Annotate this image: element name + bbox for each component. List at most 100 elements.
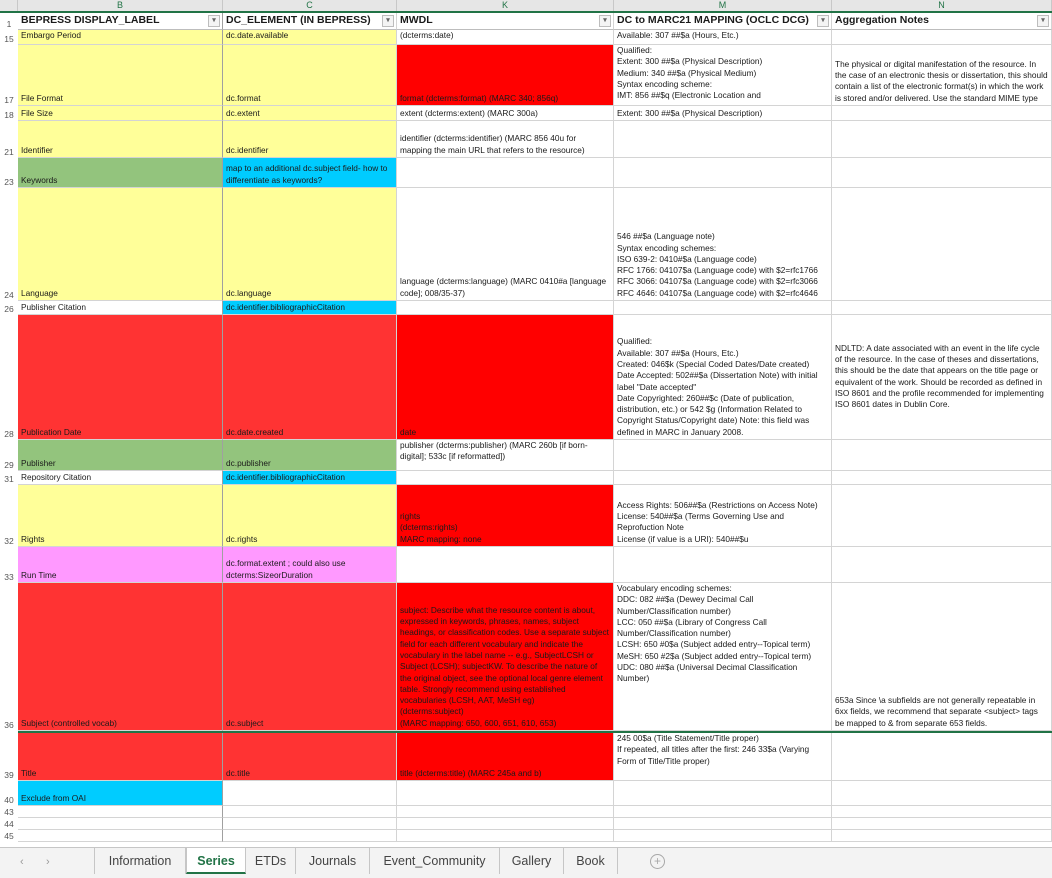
cell[interactable]: Access Rights: 506##$a (Restrictions on …	[614, 485, 832, 547]
cell[interactable]	[614, 830, 832, 842]
row-number[interactable]: 15	[0, 30, 18, 45]
cell[interactable]: NDLTD: A date associated with an event i…	[832, 315, 1052, 440]
cell[interactable]: Keywords	[18, 158, 223, 188]
row-number[interactable]: 23	[0, 158, 18, 188]
row-number[interactable]: 39	[0, 733, 18, 781]
filter-dropdown-icon[interactable]: ▾	[817, 15, 829, 27]
cell[interactable]: Publication Date	[18, 315, 223, 440]
cell[interactable]	[832, 158, 1052, 188]
cell[interactable]: Qualified: Available: 307 ##$a (Hours, E…	[614, 315, 832, 440]
cell[interactable]	[223, 781, 397, 806]
cell[interactable]: Publisher	[18, 440, 223, 471]
cell[interactable]: date	[397, 315, 614, 440]
cell[interactable]	[832, 301, 1052, 315]
sheet-tab-event-community[interactable]: Event_Community	[370, 848, 500, 874]
cell[interactable]: File Format	[18, 45, 223, 106]
cell[interactable]	[832, 485, 1052, 547]
cell[interactable]	[832, 471, 1052, 485]
cell[interactable]	[223, 818, 397, 830]
cell[interactable]: dc.format.extent ; could also use dcterm…	[223, 547, 397, 583]
cell[interactable]	[18, 818, 223, 830]
cell[interactable]: language (dcterms:language) (MARC 0410#a…	[397, 188, 614, 301]
cell[interactable]	[18, 830, 223, 842]
cell[interactable]	[832, 188, 1052, 301]
row-number[interactable]: 17	[0, 45, 18, 106]
cell[interactable]	[397, 781, 614, 806]
column-header-b[interactable]: B	[18, 0, 223, 11]
sheet-tab-series[interactable]: Series	[186, 848, 246, 874]
column-header-c[interactable]: C	[223, 0, 397, 11]
cell[interactable]	[832, 547, 1052, 583]
cell[interactable]: 653a Since \a subfields are not generall…	[832, 583, 1052, 731]
cell[interactable]	[397, 806, 614, 818]
cell[interactable]: dc.identifier.bibliographicCitation	[223, 301, 397, 315]
cell[interactable]: dc.extent	[223, 106, 397, 121]
cell[interactable]	[614, 121, 832, 158]
row-number[interactable]: 31	[0, 471, 18, 485]
cell[interactable]: map to an additional dc.subject field- h…	[223, 158, 397, 188]
cell[interactable]: Repository Citation	[18, 471, 223, 485]
cell[interactable]: Rights	[18, 485, 223, 547]
cell[interactable]: dc.rights	[223, 485, 397, 547]
header-cell-dc-element[interactable]: DC_ELEMENT (IN BEPRESS) ▾	[223, 13, 397, 30]
cell[interactable]: Exclude from OAI	[18, 781, 223, 806]
cell[interactable]: dc.subject	[223, 583, 397, 731]
cell[interactable]: identifier (dcterms:identifier) (MARC 85…	[397, 121, 614, 158]
cell[interactable]: dc.identifier.bibliographicCitation	[223, 471, 397, 485]
sheet-tab-gallery[interactable]: Gallery	[500, 848, 564, 874]
scroll-tabs-right-icon[interactable]: ›	[46, 856, 50, 868]
filter-dropdown-icon[interactable]: ▾	[1037, 15, 1049, 27]
row-number[interactable]: 44	[0, 818, 18, 830]
cell[interactable]	[397, 158, 614, 188]
row-number[interactable]: 21	[0, 121, 18, 158]
cell[interactable]	[18, 806, 223, 818]
cell[interactable]: extent (dcterms:extent) (MARC 300a)	[397, 106, 614, 121]
cell[interactable]: Qualified: Extent: 300 ##$a (Physical De…	[614, 45, 832, 106]
cell[interactable]	[832, 30, 1052, 45]
cell[interactable]	[832, 106, 1052, 121]
cell[interactable]: dc.date.available	[223, 30, 397, 45]
cell[interactable]: Publisher Citation	[18, 301, 223, 315]
cell[interactable]	[397, 471, 614, 485]
row-number[interactable]: 32	[0, 485, 18, 547]
row-number[interactable]: 18	[0, 106, 18, 121]
cell[interactable]: Extent: 300 ##$a (Physical Description)	[614, 106, 832, 121]
cell[interactable]	[397, 818, 614, 830]
cell[interactable]: Available: 307 ##$a (Hours, Etc.)	[614, 30, 832, 45]
cell[interactable]	[614, 547, 832, 583]
header-cell-bepress-display-label[interactable]: BEPRESS DISPLAY_LABEL ▾	[18, 13, 223, 30]
cell[interactable]	[223, 806, 397, 818]
sheet-tab-information[interactable]: Information	[94, 848, 186, 874]
header-cell-aggregation-notes[interactable]: Aggregation Notes ▾	[832, 13, 1052, 30]
row-number[interactable]: 28	[0, 315, 18, 440]
sheet-tab-journals[interactable]: Journals	[296, 848, 370, 874]
cell[interactable]: publisher (dcterms:publisher) (MARC 260b…	[397, 440, 614, 471]
select-all-corner[interactable]	[0, 0, 18, 11]
cell[interactable]	[614, 158, 832, 188]
cell[interactable]: 245 00$a (Title Statement/Title proper) …	[614, 733, 832, 781]
cell[interactable]: title (dcterms:title) (MARC 245a and b)	[397, 733, 614, 781]
cell[interactable]: dc.format	[223, 45, 397, 106]
row-number[interactable]: 33	[0, 547, 18, 583]
column-header-k[interactable]: K	[397, 0, 614, 11]
row-number[interactable]: 1	[0, 13, 18, 30]
cell[interactable]: Title	[18, 733, 223, 781]
cell[interactable]	[614, 806, 832, 818]
header-cell-dc-to-marc21[interactable]: DC to MARC21 MAPPING (OCLC DCG) ▾	[614, 13, 832, 30]
cell[interactable]	[614, 781, 832, 806]
row-number[interactable]: 40	[0, 781, 18, 806]
cell[interactable]	[832, 733, 1052, 781]
row-number[interactable]: 24	[0, 188, 18, 301]
add-sheet-icon[interactable]: +	[650, 854, 665, 869]
cell[interactable]	[614, 471, 832, 485]
cell[interactable]	[832, 440, 1052, 471]
filter-dropdown-icon[interactable]: ▾	[208, 15, 220, 27]
filter-dropdown-icon[interactable]: ▾	[382, 15, 394, 27]
cell[interactable]: format (dcterms:format) (MARC 340; 856q)	[397, 45, 614, 106]
cell[interactable]	[614, 440, 832, 471]
cell[interactable]	[397, 547, 614, 583]
cell[interactable]: Run Time	[18, 547, 223, 583]
cell[interactable]: Language	[18, 188, 223, 301]
cell[interactable]	[832, 830, 1052, 842]
cell[interactable]	[614, 818, 832, 830]
